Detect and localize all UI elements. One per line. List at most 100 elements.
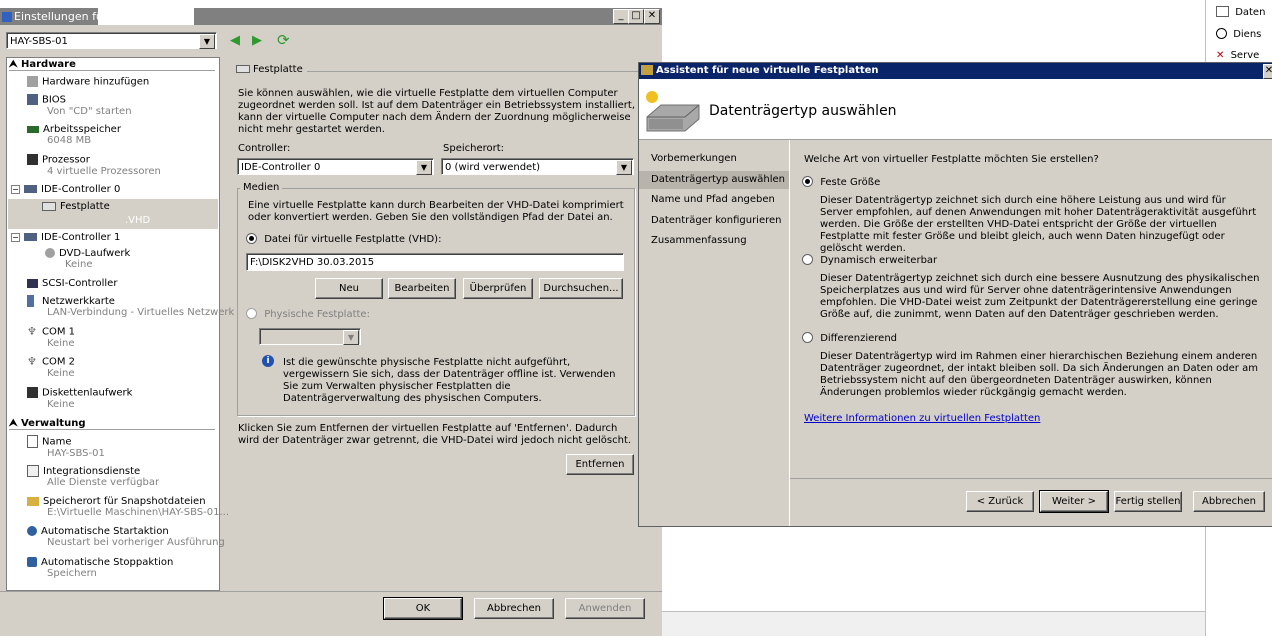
tree-item-com2[interactable]: ♆ COM 2 Keine	[27, 356, 75, 379]
item-sub: Keine	[47, 337, 75, 349]
item-sub: Alle Dienste verfügbar	[47, 477, 160, 488]
tree-item-ide-controller-0[interactable]: − IDE-Controller 0	[11, 184, 120, 195]
wizard-title: Assistent für neue virtuelle Festplatten	[656, 65, 879, 76]
tree-item-memory[interactable]: Arbeitsspeicher 6048 MB	[27, 124, 121, 146]
dynamic-radio[interactable]: Dynamisch erweiterbar	[802, 254, 937, 267]
action-label: Daten	[1235, 6, 1266, 18]
info-text: Ist die gewünschte physische Festplatte …	[283, 357, 616, 404]
tree-item-ide-controller-1[interactable]: − IDE-Controller 1	[11, 232, 120, 243]
footer-divider	[0, 591, 662, 592]
fixed-size-radio[interactable]: Feste Größe	[802, 176, 880, 189]
physical-radio-dot[interactable]	[246, 308, 257, 319]
nav-item-summary[interactable]: Zusammenfassung	[639, 232, 789, 250]
physical-disk-select[interactable]: ▼	[259, 328, 361, 345]
dynamic-radio-dot[interactable]	[802, 254, 813, 265]
vhd-path-input[interactable]: F:\DISK2VHD 30.03.2015	[246, 253, 624, 271]
vhd-radio-dot[interactable]	[246, 233, 257, 244]
tree-item-add-hardware[interactable]: Hardware hinzufügen	[27, 76, 149, 88]
management-section-header[interactable]: ⮝ Verwaltung	[9, 418, 215, 430]
differencing-radio-dot[interactable]	[802, 332, 813, 343]
tree-item-name[interactable]: Name HAY-SBS-01	[27, 435, 105, 459]
collapse-icon[interactable]: ⮝	[9, 418, 18, 429]
close-button[interactable]: ✕	[644, 9, 660, 24]
wizard-footer-divider	[790, 478, 1272, 479]
chevron-down-icon[interactable]: ▼	[199, 34, 215, 49]
ok-button[interactable]: OK	[383, 597, 463, 620]
tree-item-harddisk-selected[interactable]: Festplatte .VHD	[8, 199, 218, 229]
tree-item-com1[interactable]: ♆ COM 1 Keine	[27, 326, 75, 349]
finish-button[interactable]: Fertig stellen	[1114, 491, 1182, 512]
media-group-label: Medien	[240, 182, 283, 193]
browse-button[interactable]: Durchsuchen...	[539, 278, 623, 299]
nav-item-configure[interactable]: Datenträger konfigurieren	[639, 212, 789, 230]
fixed-size-radio-dot[interactable]	[802, 176, 813, 187]
back-button[interactable]: < Zurück	[966, 491, 1034, 512]
item-sub: LAN-Verbindung - Virtuelles Netzwerk	[47, 307, 235, 318]
check-button[interactable]: Überprüfen	[463, 278, 533, 299]
nav-item-disk-type[interactable]: Datenträgertyp auswählen	[639, 171, 789, 189]
tree-item-auto-stop[interactable]: Automatische Stoppaktion Speichern	[27, 557, 173, 579]
back-arrow-icon[interactable]: ◀	[230, 33, 240, 48]
tree-item-bios[interactable]: BIOS Von "CD" starten	[27, 94, 132, 117]
item-sub: Keine	[65, 259, 93, 270]
vm-name: HAY-SBS-01	[10, 36, 68, 47]
tree-item-scsi[interactable]: SCSI-Controller	[27, 278, 117, 289]
action-item[interactable]: Daten	[1216, 6, 1265, 18]
wizard-titlebar: Assistent für neue virtuelle Festplatten…	[639, 63, 1272, 79]
cancel-button[interactable]: Abbrechen	[474, 598, 554, 619]
panel-title: Festplatte	[236, 64, 307, 75]
tree-item-integration[interactable]: Integrationsdienste Alle Dienste verfügb…	[27, 465, 159, 488]
collapse-box-icon[interactable]: −	[11, 233, 20, 242]
wizard-cancel-button[interactable]: Abbrechen	[1193, 491, 1265, 512]
harddisk-icon	[236, 65, 250, 73]
action-item[interactable]: ✕ Serve	[1216, 50, 1259, 60]
controller-value: IDE-Controller 0	[241, 162, 321, 173]
item-label: Diskettenlaufwerk	[42, 387, 133, 399]
tree-item-floppy[interactable]: Diskettenlaufwerk Keine	[27, 387, 132, 410]
collapse-icon[interactable]: ⮝	[9, 59, 18, 70]
item-label: Integrationsdienste	[43, 466, 141, 477]
differencing-description: Dieser Datenträgertyp wird im Rahmen ein…	[820, 351, 1258, 398]
wizard-close-button[interactable]: ✕	[1263, 64, 1272, 79]
physical-radio[interactable]: Physische Festplatte:	[246, 308, 370, 321]
forward-arrow-icon[interactable]: ▶	[252, 33, 262, 48]
apply-button[interactable]: Anwenden	[565, 598, 645, 619]
intro-text: Sie können auswählen, wie die virtuelle …	[238, 88, 636, 135]
item-sub: Von "CD" starten	[47, 105, 132, 117]
tree-item-network[interactable]: Netzwerkkarte LAN-Verbindung - Virtuelle…	[27, 295, 234, 318]
maximize-button[interactable]: □	[628, 9, 644, 24]
location-value: 0 (wird verwendet)	[445, 162, 541, 173]
nav-item-name-path[interactable]: Name und Pfad angeben	[639, 191, 789, 209]
auto-start-icon	[27, 526, 37, 536]
minimize-button[interactable]: _	[613, 9, 629, 24]
dvd-icon	[45, 248, 55, 258]
nav-item-intro[interactable]: Vorbemerkungen	[639, 150, 789, 168]
refresh-icon[interactable]: ⟳	[277, 31, 290, 49]
chevron-down-icon[interactable]: ▼	[416, 160, 432, 175]
tree-item-processor[interactable]: Prozessor 4 virtuelle Prozessoren	[27, 154, 161, 177]
vm-selector[interactable]: HAY-SBS-01 ▼	[6, 32, 217, 49]
differencing-label: Differenzierend	[820, 332, 897, 344]
controller-select[interactable]: IDE-Controller 0 ▼	[237, 158, 434, 175]
remove-button[interactable]: Entfernen	[566, 454, 634, 475]
chevron-down-icon[interactable]: ▼	[616, 160, 632, 175]
action-item[interactable]: Diens	[1216, 28, 1261, 40]
location-select[interactable]: 0 (wird verwendet) ▼	[441, 158, 634, 175]
tree-item-dvd[interactable]: DVD-Laufwerk Keine	[45, 248, 130, 270]
hardware-section-header[interactable]: ⮝ Hardware	[9, 59, 215, 71]
next-button[interactable]: Weiter >	[1039, 490, 1109, 513]
chevron-down-icon[interactable]: ▼	[343, 330, 359, 345]
tree-item-snapshot-location[interactable]: Speicherort für Snapshotdateien E:\Virtu…	[27, 496, 229, 518]
add-hardware-icon	[27, 76, 38, 87]
collapse-box-icon[interactable]: −	[11, 185, 20, 194]
edit-button[interactable]: Bearbeiten	[388, 278, 456, 299]
tree-item-auto-start[interactable]: Automatische Startaktion Neustart bei vo…	[27, 526, 225, 548]
item-label: Speicherort für Snapshotdateien	[43, 496, 206, 507]
network-icon	[27, 295, 34, 307]
more-info-link[interactable]: Weitere Informationen zu virtuellen Fest…	[804, 413, 1040, 425]
auto-stop-icon	[27, 557, 37, 567]
vhd-radio[interactable]: Datei für virtuelle Festplatte (VHD):	[246, 233, 441, 246]
new-button[interactable]: Neu	[315, 278, 383, 299]
dynamic-label: Dynamisch erweiterbar	[820, 254, 938, 266]
differencing-radio[interactable]: Differenzierend	[802, 332, 897, 345]
